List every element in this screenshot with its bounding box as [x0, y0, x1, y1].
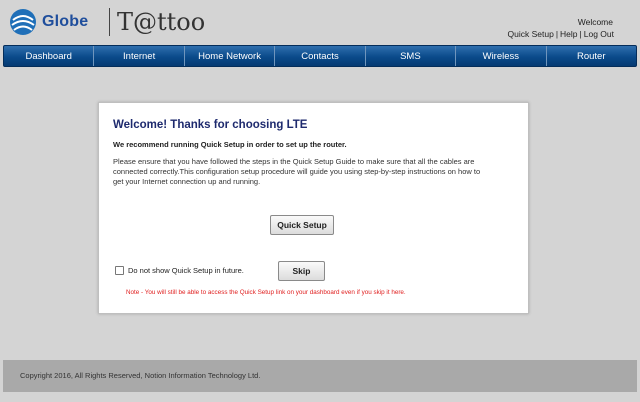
- help-link[interactable]: Help: [560, 29, 577, 39]
- dialog-subtitle: We recommend running Quick Setup in orde…: [113, 140, 347, 149]
- nav-item-router[interactable]: Router: [547, 46, 636, 66]
- dialog-body: Please ensure that you have followed the…: [113, 157, 481, 186]
- dialog-title: Welcome! Thanks for choosing LTE: [113, 119, 308, 131]
- copyright-text: Copyright 2016, All Rights Reserved, Not…: [20, 371, 261, 380]
- dialog-note: Note - You will still be able to access …: [126, 289, 406, 296]
- globe-logo: Globe: [8, 6, 88, 38]
- skip-button[interactable]: Skip: [278, 261, 325, 281]
- nav-item-dashboard[interactable]: Dashboard: [4, 46, 95, 66]
- nav-item-internet[interactable]: Internet: [94, 46, 185, 66]
- globe-logo-text: Globe: [42, 13, 89, 30]
- quick-setup-dialog: Welcome! Thanks for choosing LTE We reco…: [98, 102, 529, 314]
- logo-divider: [109, 8, 110, 36]
- globe-logo-icon: [10, 9, 36, 35]
- logout-link[interactable]: Log Out: [584, 29, 614, 39]
- nav-item-contacts[interactable]: Contacts: [275, 46, 366, 66]
- link-separator: |: [579, 29, 582, 39]
- nav-item-sms[interactable]: SMS: [366, 46, 457, 66]
- do-not-show-checkbox[interactable]: [115, 266, 124, 275]
- main-nav: Dashboard Internet Home Network Contacts…: [3, 45, 637, 67]
- top-links: Quick Setup | Help | Log Out: [508, 29, 614, 39]
- quick-setup-link[interactable]: Quick Setup: [508, 29, 554, 39]
- header: Globe T@ttoo Welcome Quick Setup | Help | Lo…: [0, 0, 640, 44]
- nav-item-wireless[interactable]: Wireless: [456, 46, 547, 66]
- nav-item-home-network[interactable]: Home Network: [185, 46, 276, 66]
- welcome-text: Welcome: [577, 17, 613, 27]
- do-not-show-label: Do not show Quick Setup in future.: [128, 266, 244, 275]
- footer: Copyright 2016, All Rights Reserved, Not…: [3, 360, 637, 392]
- quick-setup-button[interactable]: Quick Setup: [270, 215, 334, 235]
- link-separator: |: [555, 29, 559, 39]
- tattoo-logo: T@ttoo: [117, 8, 206, 36]
